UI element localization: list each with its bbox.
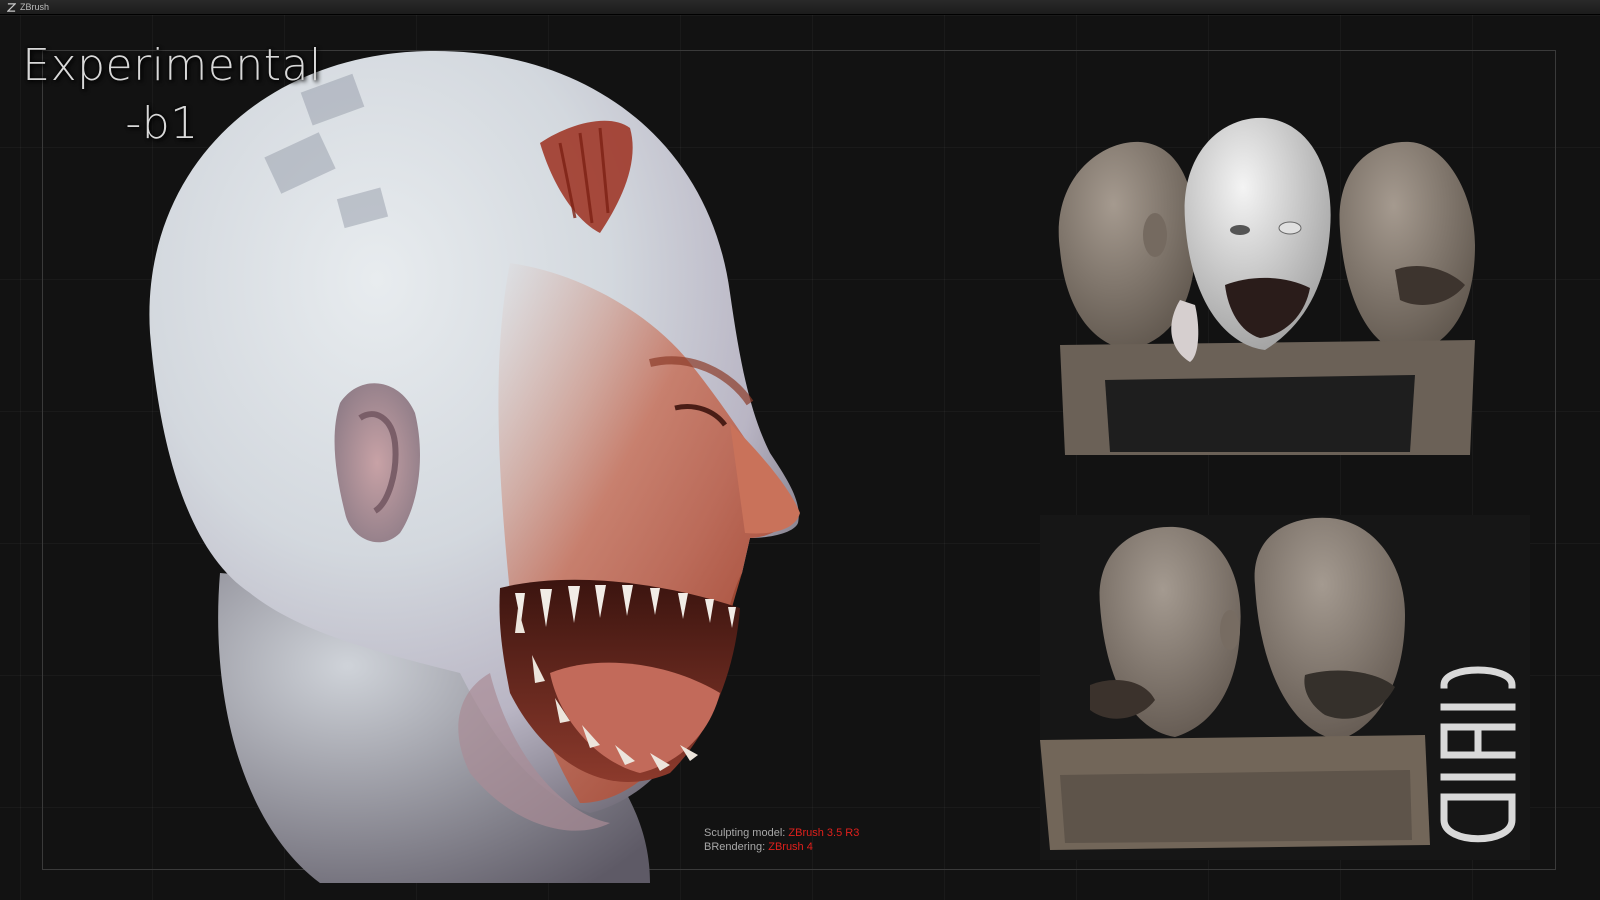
window-title: ZBrush <box>20 2 50 12</box>
credit-sculpting: Sculpting model: ZBrush 3.5 R3 <box>704 826 859 840</box>
render-thumbnail-three-heads <box>1058 117 1475 455</box>
page-title: Experimental -b1 <box>22 37 322 153</box>
credit-sculpt-label: Sculpting model: <box>704 827 786 839</box>
credit-render-value: ZBrush 4 <box>768 841 813 853</box>
zbrush-logo-icon <box>6 2 16 12</box>
cieid-logo-icon <box>1440 666 1516 843</box>
document-canvas[interactable]: Sculpting model: ZBrush 3.5 R3 BRenderin… <box>0 15 1600 900</box>
credit-render-label: BRendering: <box>704 841 766 853</box>
title-line-2: -b1 <box>125 98 199 149</box>
title-bar[interactable]: ZBrush <box>0 0 1600 15</box>
credits-block: Sculpting model: ZBrush 3.5 R3 BRenderin… <box>704 826 859 854</box>
title-line-1: Experimental <box>22 40 322 91</box>
credit-sculpt-value: ZBrush 3.5 R3 <box>788 827 860 839</box>
zbrush-window: ZBrush Sculpting model: ZBrush 3.5 R3 BR… <box>0 0 1600 900</box>
credit-rendering: BRendering: ZBrush 4 <box>704 840 859 854</box>
main-render-zombie-head <box>149 50 800 883</box>
